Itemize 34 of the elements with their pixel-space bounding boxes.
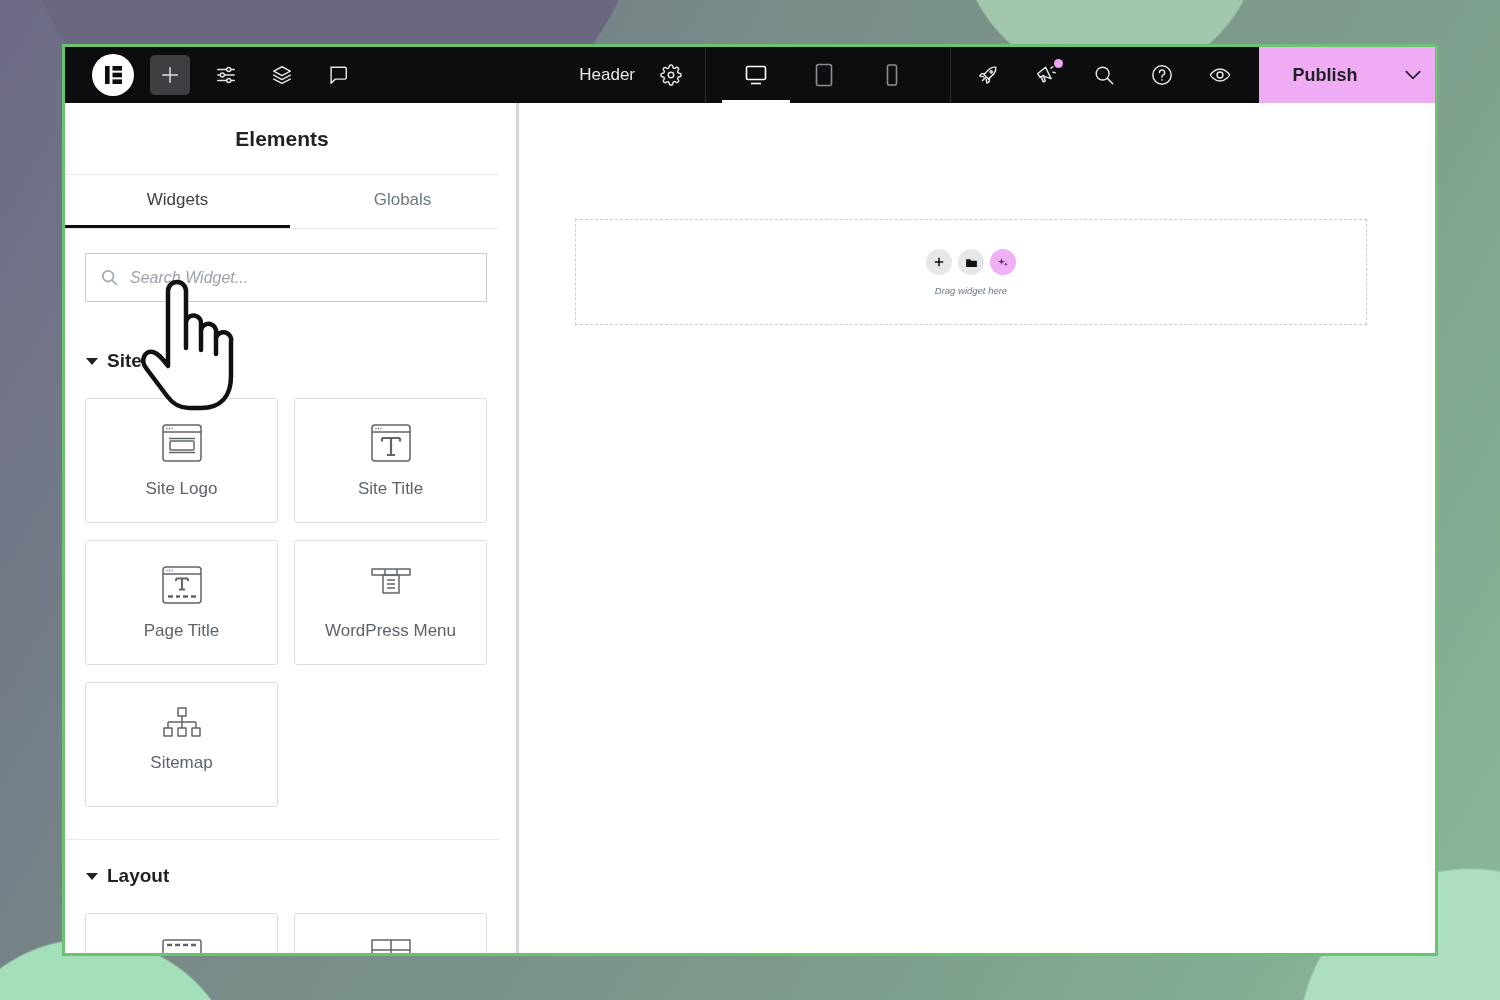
- plus-icon: [934, 257, 944, 267]
- widget-card[interactable]: Page Title: [85, 540, 278, 665]
- text-window-icon: [368, 421, 413, 465]
- rocket-icon: [977, 64, 999, 86]
- plus-icon: [159, 64, 181, 86]
- search-field[interactable]: Search Widget...: [85, 253, 487, 302]
- search-icon: [100, 268, 118, 286]
- folder-icon: [965, 257, 977, 267]
- widget-card[interactable]: Site Logo: [85, 398, 278, 523]
- logo-icon[interactable]: [92, 54, 134, 96]
- desktop-icon: [744, 63, 768, 87]
- add-button[interactable]: [926, 249, 952, 275]
- document-settings-button[interactable]: Header: [579, 55, 682, 95]
- chat-icon: [327, 64, 349, 86]
- panel-title: Elements: [235, 126, 329, 151]
- drop-hint: Drag widget here: [934, 285, 1008, 296]
- section-header[interactable]: Layout: [85, 863, 172, 889]
- sliders-icon: [215, 64, 237, 86]
- help-icon: [1151, 64, 1173, 86]
- widget-card[interactable]: WordPress Menu: [294, 540, 487, 665]
- megaphone-icon: [1035, 64, 1057, 86]
- widget-card[interactable]: Sitemap: [85, 682, 278, 807]
- search-icon: [1093, 64, 1115, 86]
- logo-window-icon: [159, 421, 204, 465]
- text-page-icon: [159, 563, 204, 607]
- folder-button[interactable]: [958, 249, 984, 275]
- add-element-button[interactable]: [150, 55, 190, 95]
- sparkle-icon: [998, 257, 1008, 267]
- widget-card[interactable]: Site Title: [294, 398, 487, 523]
- gear-icon: [660, 64, 682, 86]
- ai-button[interactable]: [990, 249, 1016, 275]
- panel-tab[interactable]: Globals: [290, 175, 515, 228]
- layers-icon: [271, 64, 293, 86]
- publish-button[interactable]: Publish: [1259, 47, 1391, 103]
